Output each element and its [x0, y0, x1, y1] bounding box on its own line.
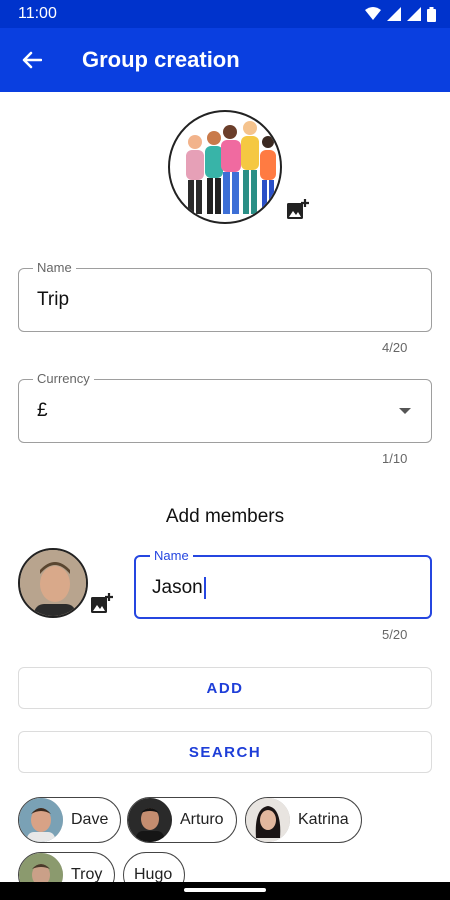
- group-name-value: Trip: [37, 289, 70, 310]
- signal-icon: [387, 7, 401, 21]
- currency-value: £: [37, 400, 48, 421]
- back-button[interactable]: [0, 28, 64, 92]
- group-photo[interactable]: [168, 110, 309, 226]
- signal-icon: [407, 7, 421, 21]
- status-bar: 11:00: [0, 0, 450, 28]
- chip-label: Katrina: [298, 811, 349, 828]
- page-title: Group creation: [82, 47, 240, 72]
- group-name-label: Name: [33, 260, 76, 275]
- battery-icon: [427, 6, 436, 22]
- status-time: 11:00: [18, 5, 57, 22]
- member-name-field[interactable]: Name Jason: [134, 548, 432, 619]
- member-name-value: Jason: [152, 577, 206, 599]
- group-name-counter: 4/20: [382, 340, 408, 355]
- avatar: [128, 798, 172, 842]
- search-button[interactable]: SEARCH: [18, 731, 432, 773]
- dropdown-arrow-icon[interactable]: [399, 408, 411, 414]
- member-name-counter: 5/20: [382, 627, 408, 642]
- member-name-label: Name: [150, 548, 193, 563]
- add-photo-icon[interactable]: [286, 198, 310, 222]
- member-chip-arturo[interactable]: Arturo: [127, 797, 237, 843]
- member-photo[interactable]: [18, 548, 88, 618]
- system-nav-bar: [0, 882, 450, 900]
- status-icons: [365, 6, 436, 22]
- avatar: [246, 798, 290, 842]
- wifi-icon: [365, 7, 381, 20]
- currency-label: Currency: [33, 371, 94, 386]
- member-chip-katrina[interactable]: Katrina: [245, 797, 362, 843]
- avatar: [19, 798, 63, 842]
- group-name-field[interactable]: Name Trip: [18, 260, 432, 332]
- add-members-title: Add members: [165, 506, 285, 527]
- group-people-illustration: [168, 110, 282, 224]
- member-chip-dave[interactable]: Dave: [18, 797, 122, 843]
- add-photo-icon[interactable]: [90, 592, 114, 616]
- currency-dropdown[interactable]: Currency £: [18, 371, 432, 443]
- chip-label: Dave: [71, 811, 109, 828]
- home-gesture-handle[interactable]: [184, 888, 266, 892]
- member-name-text: Jason: [152, 577, 203, 599]
- add-button[interactable]: ADD: [18, 667, 432, 709]
- app-bar: Group creation: [0, 28, 450, 92]
- text-caret: [203, 577, 206, 599]
- currency-counter: 1/10: [382, 451, 408, 466]
- arrow-left-icon: [22, 51, 42, 69]
- chip-label: Arturo: [180, 811, 224, 828]
